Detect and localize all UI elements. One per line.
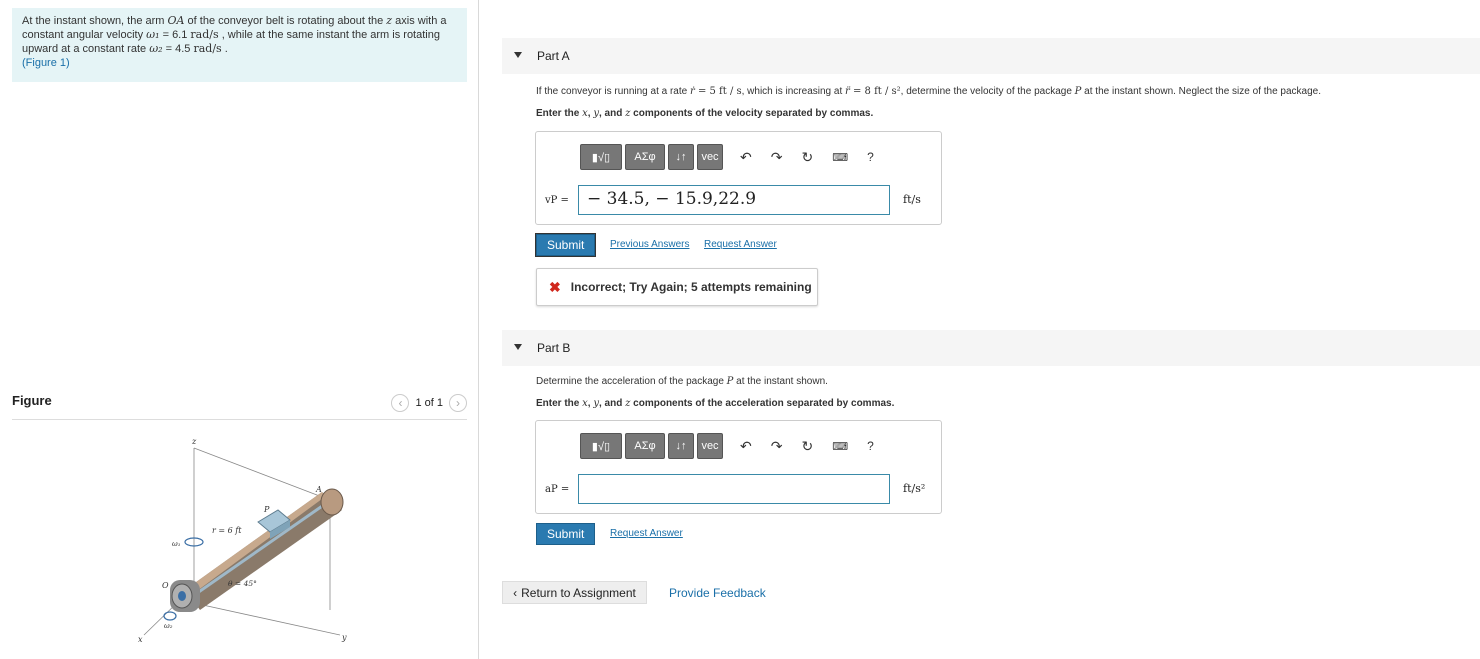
figure-count: 1 of 1 [415, 397, 443, 409]
vec-button[interactable]: vec [697, 433, 723, 459]
math-toolbar: ▮√▯ ΑΣφ ↓↑ vec ↶ ↷ ↻ ⌨ ? [580, 144, 874, 170]
part-b-label: Part B [537, 341, 571, 355]
vec-button[interactable]: vec [697, 144, 723, 170]
part-b-question: Determine the acceleration of the packag… [536, 376, 828, 387]
math-toolbar: ▮√▯ ΑΣφ ↓↑ vec ↶ ↷ ↻ ⌨ ? [580, 433, 874, 459]
part-b-header[interactable]: Part B [502, 330, 1480, 366]
part-b-submit-button[interactable]: Submit [536, 523, 596, 545]
provide-feedback-link[interactable]: Provide Feedback [669, 586, 766, 600]
next-figure-button[interactable]: › [449, 394, 467, 412]
ap-label: aP = [545, 484, 570, 495]
part-b-request-answer-link[interactable]: Request Answer [610, 528, 683, 539]
redo-icon[interactable]: ↷ [771, 438, 783, 455]
label-w2: ω₂ [164, 622, 173, 630]
left-panel: At the instant shown, the arm OA of the … [0, 0, 479, 659]
part-a-request-answer-link[interactable]: Request Answer [704, 239, 777, 250]
label-P: P [263, 505, 270, 514]
label-y: y [341, 633, 347, 642]
undo-icon[interactable]: ↶ [740, 438, 752, 455]
templates-button[interactable]: ▮√▯ [580, 144, 622, 170]
undo-icon[interactable]: ↶ [740, 149, 752, 166]
vp-unit: ft/s [903, 193, 921, 206]
incorrect-feedback: ✖ Incorrect; Try Again; 5 attempts remai… [536, 268, 818, 306]
redo-icon[interactable]: ↷ [771, 149, 783, 166]
problem-statement: At the instant shown, the arm OA of the … [12, 8, 467, 82]
templates-button[interactable]: ▮√▯ [580, 433, 622, 459]
greek-button[interactable]: ΑΣφ [625, 433, 665, 459]
previous-answers-link[interactable]: Previous Answers [610, 239, 689, 250]
vp-input[interactable]: − 34.5, − 15.9,22.9 [578, 185, 890, 215]
return-to-assignment-button[interactable]: ‹ Return to Assignment [502, 581, 647, 604]
figure-link[interactable]: (Figure 1) [22, 57, 70, 69]
part-a-header[interactable]: Part A [502, 38, 1480, 74]
part-a-question: If the conveyor is running at a rate ṙ =… [536, 86, 1321, 97]
label-O: O [162, 581, 169, 590]
vp-label: vP = [545, 195, 569, 206]
figure-pager: ‹ 1 of 1 › [391, 394, 467, 412]
reset-icon[interactable]: ↻ [801, 149, 813, 166]
help-icon[interactable]: ? [867, 150, 874, 164]
right-panel: Part A If the conveyor is running at a r… [502, 0, 1480, 659]
part-a-label: Part A [537, 49, 570, 63]
label-A: A [315, 485, 322, 494]
arrows-button[interactable]: ↓↑ [668, 144, 694, 170]
ap-unit: ft/s² [903, 482, 926, 495]
part-b-instruction: Enter the x, y, and z components of the … [536, 398, 895, 409]
error-x-icon: ✖ [549, 278, 561, 295]
figure-header: Figure ‹ 1 of 1 › [12, 390, 467, 420]
part-b-answer-box: ▮√▯ ΑΣφ ↓↑ vec ↶ ↷ ↻ ⌨ ? aP = ft/s² [535, 420, 942, 514]
prev-figure-button[interactable]: ‹ [391, 394, 410, 412]
greek-button[interactable]: ΑΣφ [625, 144, 665, 170]
part-a-submit-button[interactable]: Submit [534, 233, 597, 257]
reset-icon[interactable]: ↻ [801, 438, 813, 455]
collapse-triangle-icon[interactable] [514, 344, 522, 350]
label-r: r = 6 ft [212, 526, 242, 535]
keyboard-icon[interactable]: ⌨ [832, 440, 848, 453]
collapse-triangle-icon[interactable] [514, 52, 522, 58]
label-z: z [191, 437, 197, 446]
keyboard-icon[interactable]: ⌨ [832, 151, 848, 164]
conveyor-figure: z ω₁ r = 6 ft P A O θ = 45° ω₂ x y [138, 437, 347, 644]
part-a-instruction: Enter the x, y, and z components of the … [536, 108, 874, 119]
ap-input[interactable] [578, 474, 890, 504]
chevron-left-icon: ‹ [513, 585, 518, 600]
label-w1: ω₁ [172, 540, 181, 548]
help-icon[interactable]: ? [867, 439, 874, 453]
figure-title: Figure [12, 393, 52, 408]
label-theta: θ = 45° [228, 579, 257, 588]
part-a-answer-box: ▮√▯ ΑΣφ ↓↑ vec ↶ ↷ ↻ ⌨ ? vP = − 34.5, − … [535, 131, 942, 225]
label-x: x [138, 635, 143, 644]
arrows-button[interactable]: ↓↑ [668, 433, 694, 459]
